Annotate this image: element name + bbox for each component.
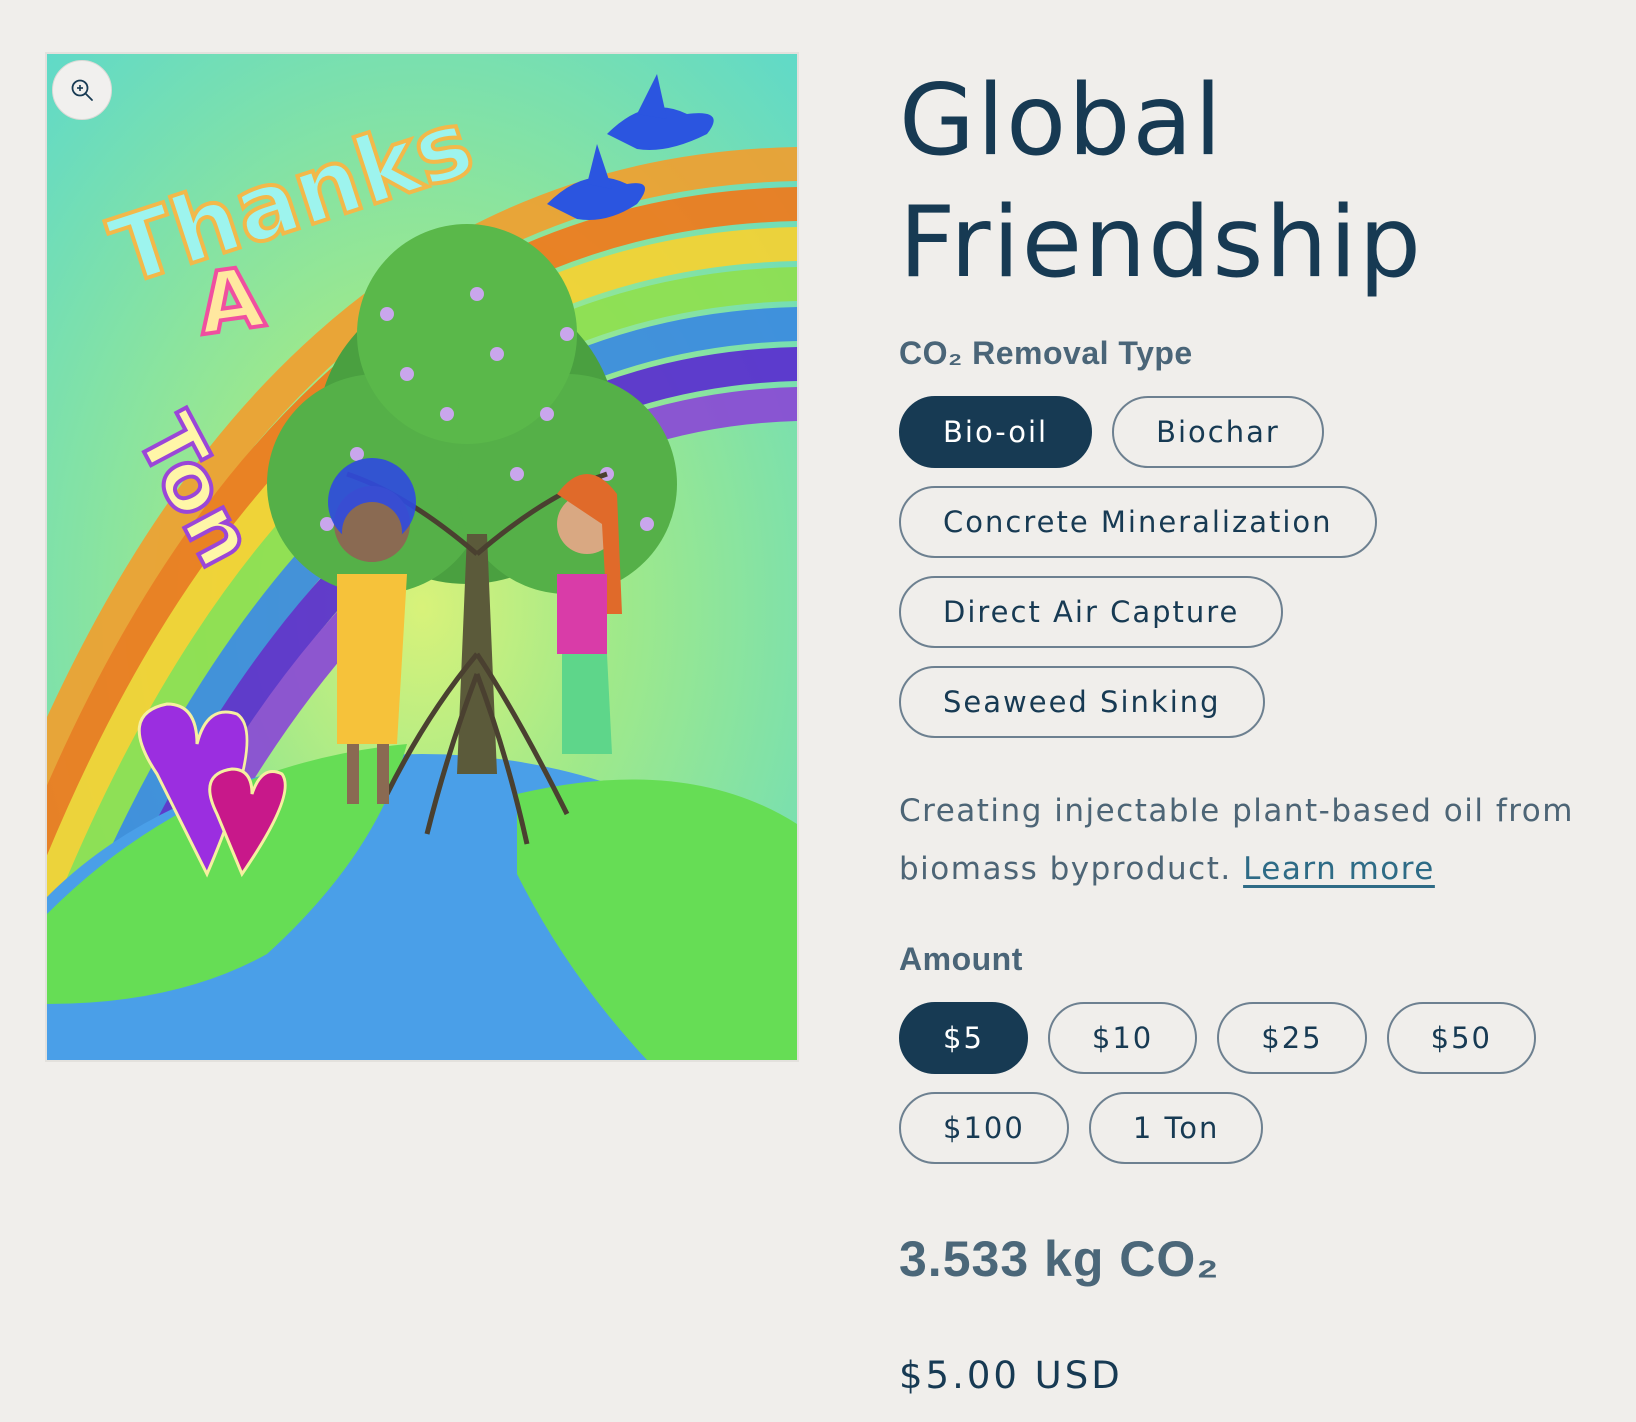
zoom-button[interactable] bbox=[52, 60, 112, 120]
product-title: Global Friendship bbox=[899, 60, 1599, 304]
product-info: Global Friendship CO₂ Removal Type Bio-o… bbox=[899, 60, 1599, 1397]
amount-option-50[interactable]: $50 bbox=[1386, 1002, 1536, 1074]
amount-option-5[interactable]: $5 bbox=[899, 1002, 1028, 1074]
amount-option-100[interactable]: $100 bbox=[899, 1092, 1069, 1164]
artwork-illustration: Thanks A Ton bbox=[47, 54, 797, 1060]
product-image[interactable]: Thanks A Ton bbox=[45, 52, 799, 1062]
removal-type-option-direct-air-capture[interactable]: Direct Air Capture bbox=[899, 576, 1284, 648]
removal-type-label: CO₂ Removal Type bbox=[899, 335, 1193, 371]
amount-option-10[interactable]: $10 bbox=[1047, 1002, 1198, 1074]
product-description: Creating injectable plant-based oil from… bbox=[899, 782, 1579, 898]
product-title-line2: Friendship bbox=[899, 186, 1423, 300]
removal-type-option-bio-oil[interactable]: Bio-oil bbox=[899, 396, 1093, 468]
learn-more-link[interactable]: Learn more bbox=[1243, 851, 1435, 887]
removal-type-options: Bio-oil Biochar Concrete Mineralization … bbox=[899, 396, 1539, 738]
product-price: $5.00 USD bbox=[899, 1354, 1123, 1397]
removal-type-option-seaweed-sinking[interactable]: Seaweed Sinking bbox=[899, 666, 1265, 738]
amount-option-25[interactable]: $25 bbox=[1217, 1002, 1367, 1074]
product-title-line1: Global bbox=[899, 64, 1224, 178]
artwork-text-a: A bbox=[191, 248, 269, 354]
amount-options: $5 $10 $25 $50 $100 1 Ton bbox=[899, 1002, 1539, 1164]
removal-type-option-concrete-mineralization[interactable]: Concrete Mineralization bbox=[899, 486, 1377, 558]
zoom-in-icon bbox=[71, 79, 93, 101]
amount-label: Amount bbox=[899, 941, 1023, 977]
removal-type-option-biochar[interactable]: Biochar bbox=[1112, 396, 1324, 468]
description-text: Creating injectable plant-based oil from… bbox=[899, 793, 1574, 887]
amount-option-1-ton[interactable]: 1 Ton bbox=[1088, 1092, 1264, 1164]
co2-result: 3.533 kg CO₂ bbox=[899, 1231, 1220, 1287]
